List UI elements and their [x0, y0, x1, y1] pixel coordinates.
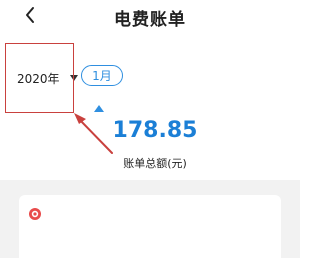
year-label: 2020年: [17, 71, 60, 86]
bill-card[interactable]: [19, 195, 281, 258]
month-tab[interactable]: 1月: [81, 65, 123, 86]
caret-down-icon: [69, 73, 80, 83]
bill-total-label: 账单总额(元): [123, 157, 187, 170]
year-selector[interactable]: 2020年: [17, 69, 80, 87]
month-indicator-triangle: [94, 97, 104, 112]
bill-total-amount: 178.85: [112, 118, 198, 143]
target-icon: [28, 206, 42, 220]
nav-bar: 电费账单: [0, 0, 300, 34]
page-title: 电费账单: [114, 10, 186, 30]
bill-screen: 电费账单 2020年 1月 178.85 账单总额(元): [0, 0, 300, 258]
